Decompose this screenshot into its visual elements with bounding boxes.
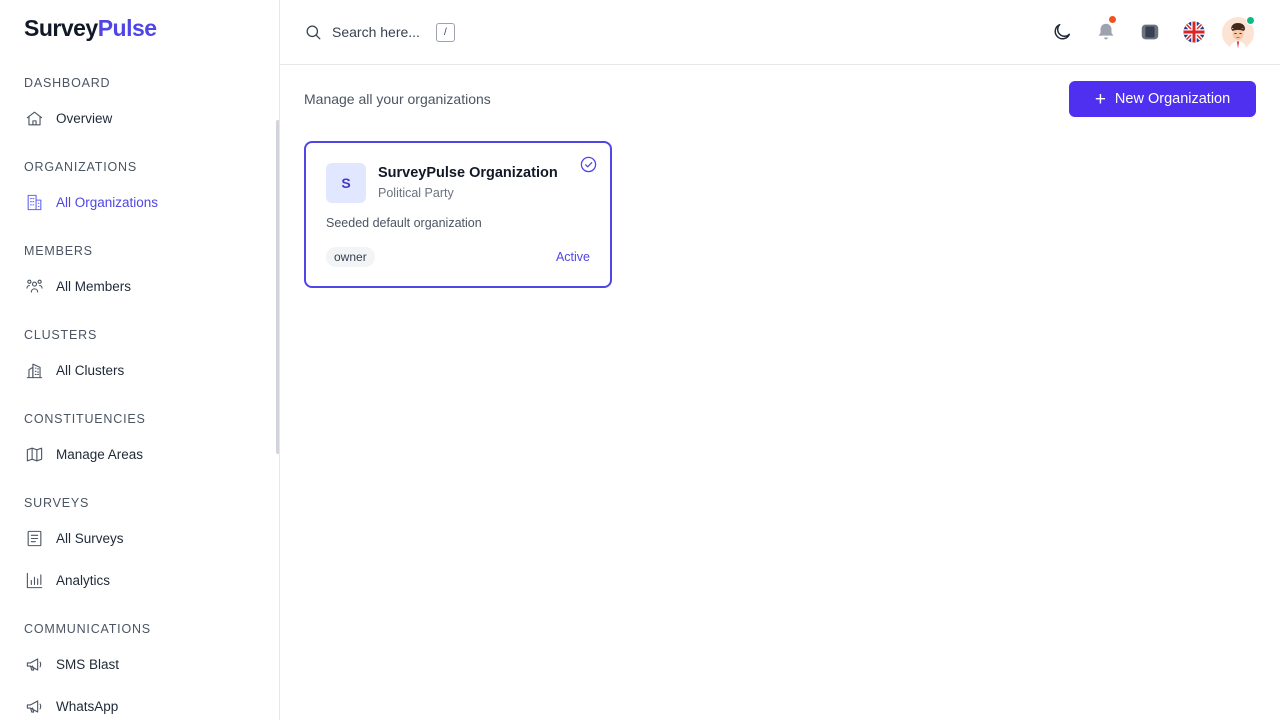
section-label-communications: COMMUNICATIONS bbox=[24, 622, 151, 636]
megaphone-icon bbox=[24, 696, 44, 716]
sidebar-item-analytics[interactable]: Analytics bbox=[24, 568, 110, 592]
search-shortcut-badge: / bbox=[435, 22, 455, 42]
status-label: Active bbox=[555, 250, 590, 264]
notification-dot bbox=[1108, 15, 1117, 24]
buildings-icon bbox=[24, 360, 44, 380]
new-organization-button[interactable]: + New Organization bbox=[1069, 81, 1256, 117]
moon-icon bbox=[1054, 23, 1071, 40]
sidebar-item-all-organizations[interactable]: All Organizations bbox=[24, 190, 158, 214]
language-selector[interactable] bbox=[1182, 20, 1206, 44]
user-menu[interactable] bbox=[1222, 16, 1255, 49]
organization-description: Seeded default organization bbox=[326, 216, 482, 230]
check-circle-icon bbox=[580, 156, 597, 173]
uk-flag-icon bbox=[1183, 21, 1205, 43]
sidebar-item-all-members[interactable]: All Members bbox=[24, 274, 131, 298]
main-content: Manage all your organizations + New Orga… bbox=[280, 65, 1280, 720]
organization-initial: S bbox=[326, 163, 366, 203]
organization-name: SurveyPulse Organization bbox=[378, 165, 558, 181]
role-badge: owner bbox=[326, 247, 375, 267]
sidebar-item-overview[interactable]: Overview bbox=[24, 106, 112, 130]
building-icon bbox=[24, 192, 44, 212]
megaphone-icon bbox=[24, 654, 44, 674]
search-bar[interactable]: Search here... / bbox=[304, 20, 455, 44]
dark-mode-toggle[interactable] bbox=[1050, 20, 1074, 44]
app-logo[interactable]: SurveyPulse bbox=[24, 15, 157, 42]
sidebar-item-manage-areas[interactable]: Manage Areas bbox=[24, 442, 143, 466]
search-icon bbox=[306, 25, 321, 39]
section-label-members: MEMBERS bbox=[24, 244, 93, 258]
bar-chart-icon bbox=[24, 570, 44, 590]
apps-button[interactable] bbox=[1138, 20, 1162, 44]
section-label-surveys: SURVEYS bbox=[24, 496, 90, 510]
apps-icon bbox=[1141, 24, 1159, 40]
section-label-constituencies: CONSTITUENCIES bbox=[24, 412, 146, 426]
bell-icon bbox=[1098, 23, 1114, 40]
section-label-dashboard: DASHBOARD bbox=[24, 76, 111, 90]
online-status-dot bbox=[1246, 16, 1255, 25]
sidebar: SurveyPulse DASHBOARD Overview ORGANIZAT… bbox=[0, 0, 280, 720]
page-subtitle: Manage all your organizations bbox=[304, 91, 491, 107]
sidebar-nav: DASHBOARD Overview ORGANIZATIONS All Org… bbox=[0, 64, 279, 720]
section-label-clusters: CLUSTERS bbox=[24, 328, 98, 342]
top-header: Search here... / bbox=[280, 0, 1280, 65]
map-icon bbox=[24, 444, 44, 464]
notifications-button[interactable] bbox=[1094, 15, 1118, 44]
sidebar-item-all-clusters[interactable]: All Clusters bbox=[24, 358, 124, 382]
sidebar-item-sms-blast[interactable]: SMS Blast bbox=[24, 652, 119, 676]
sidebar-item-whatsapp[interactable]: WhatsApp bbox=[24, 694, 118, 718]
organization-type: Political Party bbox=[378, 186, 454, 200]
sidebar-item-all-surveys[interactable]: All Surveys bbox=[24, 526, 124, 550]
users-icon bbox=[24, 276, 44, 296]
organization-card[interactable]: S SurveyPulse Organization Political Par… bbox=[304, 141, 612, 288]
search-placeholder: Search here... bbox=[332, 24, 420, 40]
document-icon bbox=[24, 528, 44, 548]
section-label-organizations: ORGANIZATIONS bbox=[24, 160, 137, 174]
plus-icon: + bbox=[1094, 88, 1106, 110]
home-icon bbox=[24, 108, 44, 128]
